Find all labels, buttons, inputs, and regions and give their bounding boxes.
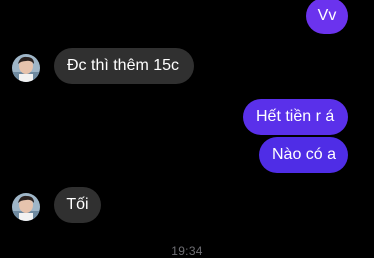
message-text: Vv	[317, 7, 337, 24]
message-text: Tối	[66, 196, 89, 213]
message-bubble-incoming[interactable]: Đc thì thêm 15c	[54, 48, 194, 84]
message-bubble-outgoing[interactable]: Vv	[306, 0, 348, 34]
message-timestamp: 19:34	[171, 244, 203, 258]
avatar-photo-icon	[12, 54, 40, 82]
message-text: Đc thì thêm 15c	[67, 57, 180, 74]
avatar-photo-icon	[12, 193, 40, 221]
message-bubble-outgoing[interactable]: Hết tiền r á	[243, 99, 348, 135]
message-text: Nào có a	[272, 146, 337, 163]
contact-avatar[interactable]	[12, 193, 40, 221]
message-bubble-incoming[interactable]: Tối	[54, 187, 101, 223]
message-bubble-outgoing[interactable]: Nào có a	[259, 137, 348, 173]
contact-avatar[interactable]	[12, 54, 40, 82]
message-text: Hết tiền r á	[256, 108, 335, 125]
